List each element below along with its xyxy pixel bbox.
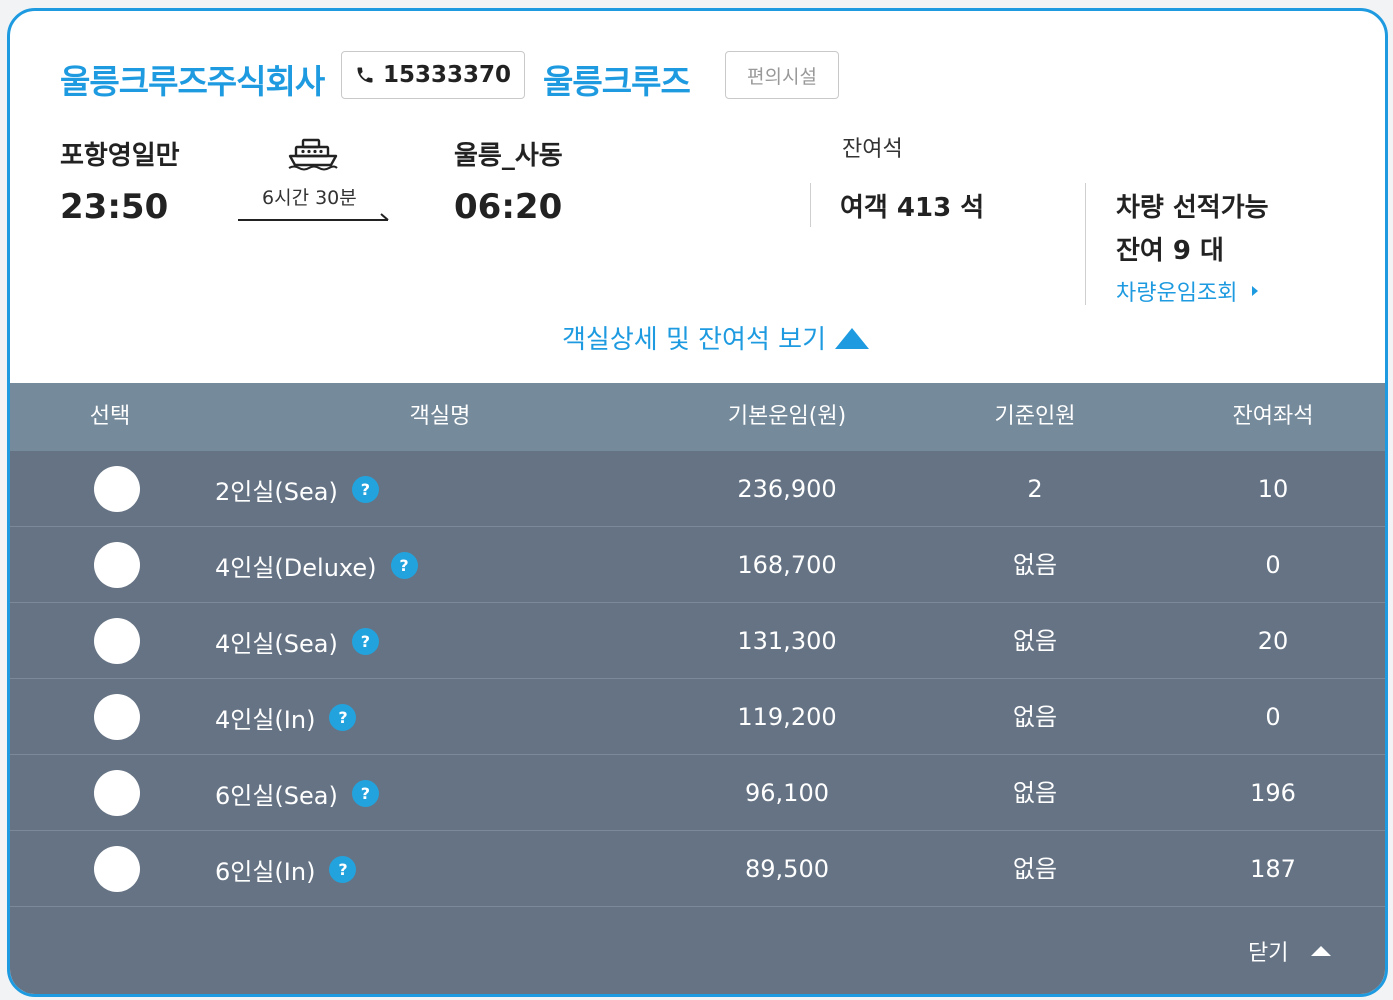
room-fare: 96,100: [745, 779, 829, 807]
brand-name: 울릉크루즈: [543, 62, 691, 101]
room-base-capacity: 없음: [1012, 779, 1058, 807]
caret-up-icon: [1311, 946, 1332, 956]
column-header-base-capacity: 기준인원: [994, 404, 1076, 429]
room-fare: 119,200: [737, 703, 837, 731]
ship-icon: [288, 138, 338, 171]
room-base-capacity: 없음: [1012, 627, 1058, 655]
room-fare: 168,700: [737, 551, 837, 579]
table-row: 4인실(Sea) ? 131,300 없음 20: [10, 603, 1385, 679]
room-name: 2인실(Sea) ?: [215, 451, 379, 527]
help-icon[interactable]: ?: [351, 475, 379, 503]
room-remaining: 187: [1250, 855, 1296, 883]
room-select-radio[interactable]: [94, 466, 140, 512]
divider: [1085, 183, 1086, 305]
room-name-label: 4인실(Deluxe): [215, 553, 377, 582]
column-header-remaining: 잔여좌석: [1232, 404, 1314, 429]
room-select-radio[interactable]: [94, 694, 140, 740]
phone-button[interactable]: 15333370: [341, 51, 525, 99]
help-icon[interactable]: ?: [351, 627, 379, 655]
room-remaining: 196: [1250, 779, 1296, 807]
remaining-seats-label: 잔여석: [842, 137, 903, 162]
help-icon[interactable]: ?: [390, 551, 418, 579]
phone-icon: [357, 67, 373, 83]
facility-button[interactable]: 편의시설: [725, 51, 839, 99]
room-name-label: 4인실(Sea): [215, 629, 338, 658]
column-header-select: 선택: [89, 404, 131, 429]
divider: [810, 183, 811, 227]
room-fare: 236,900: [737, 475, 837, 503]
close-button[interactable]: 닫기: [1248, 935, 1332, 967]
room-detail-toggle[interactable]: 객실상세 및 잔여석 보기: [562, 319, 870, 356]
vehicle-remaining: 잔여 9 대: [1116, 236, 1224, 266]
room-name-label: 2인실(Sea): [215, 477, 338, 506]
table-row: 6인실(In) ? 89,500 없음 187: [10, 831, 1385, 907]
room-name: 4인실(In) ?: [215, 679, 357, 755]
room-table-header: 선택 객실명 기본운임(원) 기준인원 잔여좌석: [10, 383, 1385, 451]
room-name: 4인실(Sea) ?: [215, 603, 379, 679]
room-name: 6인실(Sea) ?: [215, 755, 379, 831]
phone-number: 15333370: [382, 62, 512, 88]
arrival-port: 울릉_사동: [454, 141, 563, 171]
room-name: 4인실(Deluxe) ?: [215, 527, 418, 603]
arrival-time: 06:20: [454, 187, 563, 227]
room-select-radio[interactable]: [94, 770, 140, 816]
room-fare: 89,500: [745, 855, 829, 883]
room-name-label: 6인실(In): [215, 857, 316, 886]
room-name: 6인실(In) ?: [215, 831, 357, 907]
ferry-schedule-card: 울릉크루즈주식회사 15333370 울릉크루즈 편의시설 포항영일만 23:5…: [7, 8, 1388, 997]
room-select-radio[interactable]: [94, 846, 140, 892]
help-icon[interactable]: ?: [329, 855, 357, 883]
room-remaining: 0: [1265, 703, 1281, 731]
room-remaining: 0: [1265, 551, 1281, 579]
room-base-capacity: 2: [1027, 475, 1043, 503]
vehicle-availability: 차량 선적가능: [1116, 193, 1269, 223]
departure-port: 포항영일만: [60, 141, 180, 171]
passenger-seats: 여객 413 석: [840, 193, 985, 223]
room-base-capacity: 없음: [1012, 855, 1058, 883]
table-row: 6인실(Sea) ? 96,100 없음 196: [10, 755, 1385, 831]
close-button-label: 닫기: [1248, 941, 1289, 966]
room-base-capacity: 없음: [1012, 703, 1058, 731]
room-detail-toggle-label: 객실상세 및 잔여석 보기: [562, 325, 826, 355]
table-row: 4인실(In) ? 119,200 없음 0: [10, 679, 1385, 755]
table-row: 4인실(Deluxe) ? 168,700 없음 0: [10, 527, 1385, 603]
room-remaining: 20: [1257, 627, 1289, 655]
table-row: 2인실(Sea) ? 236,900 2 10: [10, 451, 1385, 527]
voyage-duration: 6시간 30분: [262, 187, 357, 209]
room-name-label: 6인실(Sea): [215, 781, 338, 810]
vehicle-fare-link-label: 차량운임조회: [1116, 281, 1238, 306]
help-icon[interactable]: ?: [351, 779, 379, 807]
room-select-radio[interactable]: [94, 542, 140, 588]
caret-right-icon: [1252, 286, 1259, 296]
room-table-body: 2인실(Sea) ? 236,900 2 10 4인실(Deluxe) ? 16…: [10, 451, 1385, 994]
room-select-radio[interactable]: [94, 618, 140, 664]
room-base-capacity: 없음: [1012, 551, 1058, 579]
arrow-right-icon: [238, 213, 389, 221]
company-name: 울릉크루즈주식회사: [60, 62, 325, 101]
room-fare: 131,300: [737, 627, 837, 655]
help-icon[interactable]: ?: [329, 703, 357, 731]
vehicle-fare-link[interactable]: 차량운임조회: [1116, 275, 1259, 307]
room-name-label: 4인실(In): [215, 705, 316, 734]
caret-up-icon: [835, 327, 869, 349]
column-header-fare: 기본운임(원): [727, 404, 847, 429]
departure-time: 23:50: [60, 187, 169, 227]
room-remaining: 10: [1257, 475, 1289, 503]
column-header-room-name: 객실명: [409, 404, 471, 429]
